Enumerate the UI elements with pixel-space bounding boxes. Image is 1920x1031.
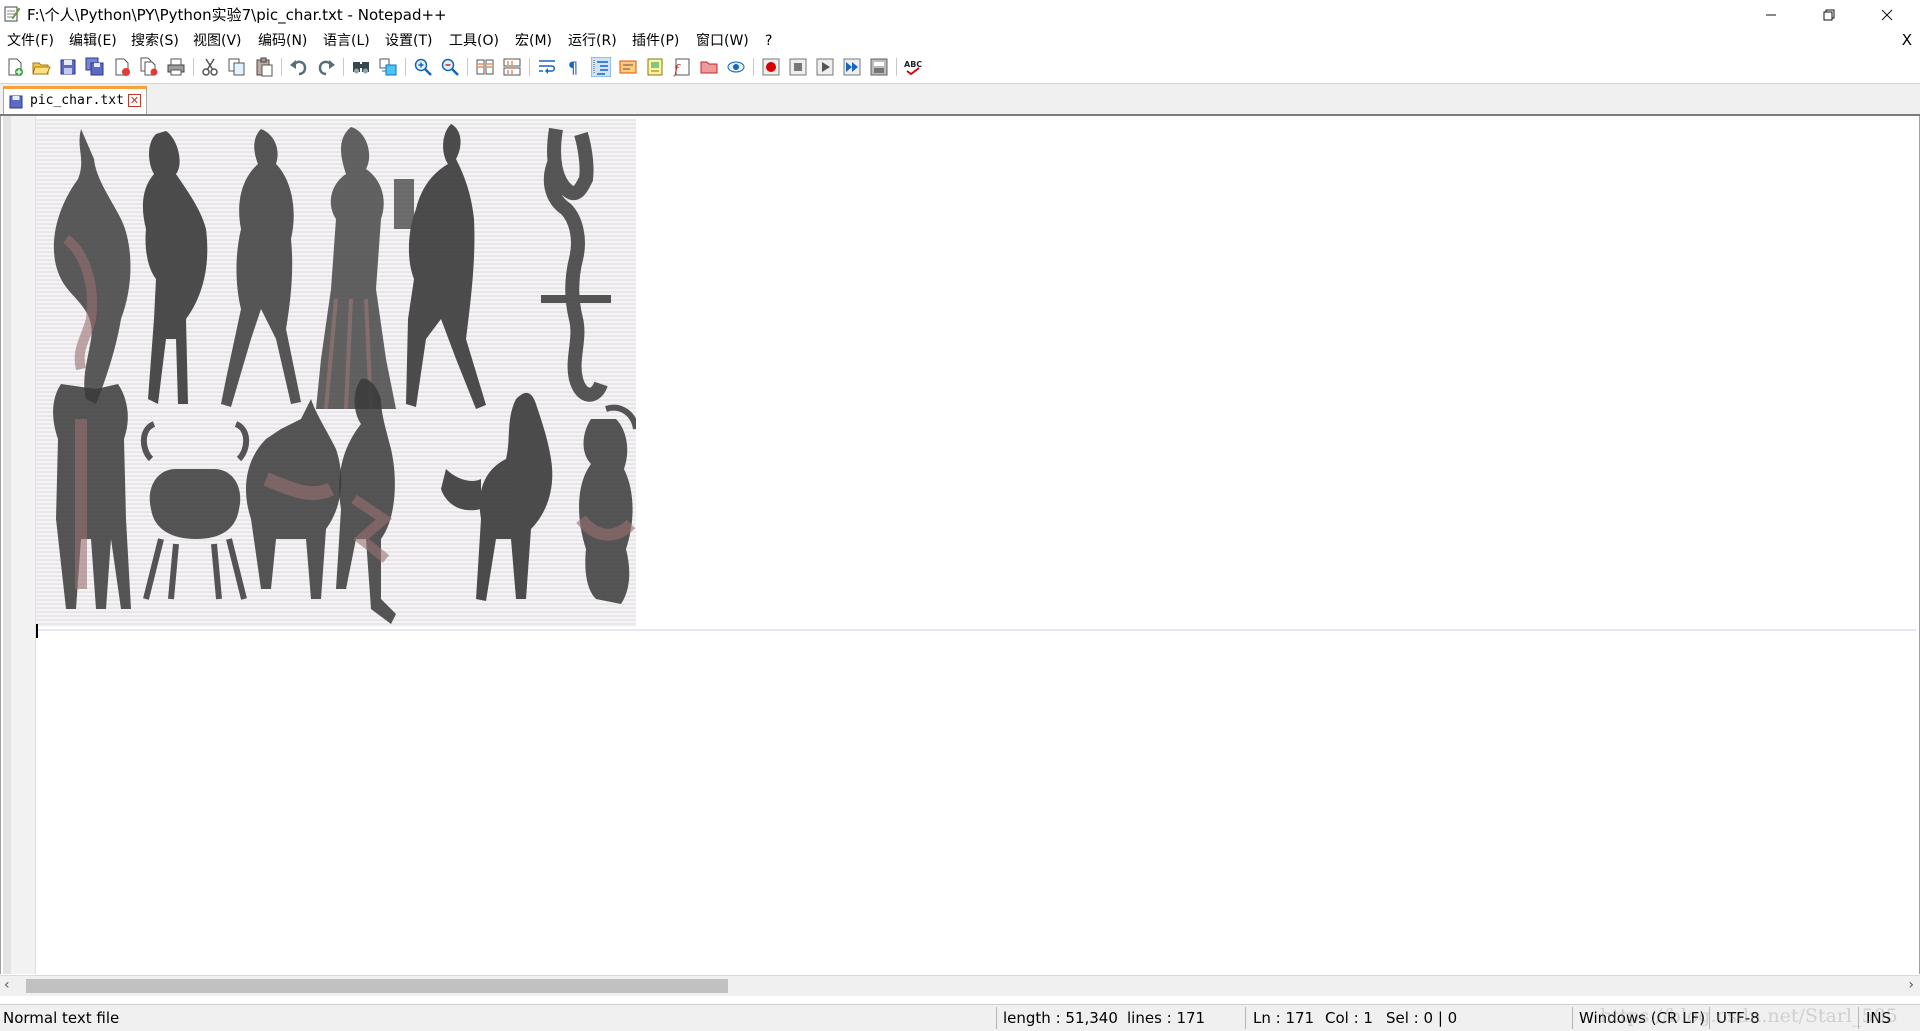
new-file-icon[interactable] — [5, 57, 25, 77]
scroll-left-icon[interactable]: ‹ — [4, 977, 10, 993]
open-file-icon[interactable] — [31, 57, 51, 77]
macro-run-multiple-icon[interactable] — [842, 57, 862, 77]
macro-record-icon[interactable] — [761, 57, 781, 77]
status-separator — [1245, 1007, 1246, 1029]
minimize-button[interactable] — [1742, 0, 1800, 30]
menu-encoding[interactable]: 编码(N) — [258, 32, 307, 50]
title-bar: F:\个人\Python\PY\Python实验7\pic_char.txt -… — [0, 0, 1920, 30]
find-icon[interactable] — [351, 57, 371, 77]
menu-run[interactable]: 运行(R) — [568, 32, 617, 50]
menu-macro[interactable]: 宏(M) — [515, 32, 552, 50]
scrollbar-thumb[interactable] — [26, 979, 728, 993]
watermark: https://blog.csdn.net/Starl_505 — [1600, 1005, 1898, 1027]
saved-file-icon — [9, 95, 23, 109]
status-line: Ln : 171 — [1253, 1009, 1315, 1027]
toolbar-separator — [281, 58, 282, 76]
current-line-highlight — [36, 629, 1916, 631]
zoom-out-icon[interactable] — [440, 57, 460, 77]
cut-icon[interactable] — [200, 57, 220, 77]
ascii-art-zodiac-figures — [36, 119, 636, 627]
svg-text:¶: ¶ — [568, 58, 578, 77]
menu-bar: 文件(F) 编辑(E) 搜索(S) 视图(V) 编码(N) 语言(L) 设置(T… — [0, 30, 1920, 52]
line-number-margin — [3, 116, 11, 974]
toolbar-separator — [405, 58, 406, 76]
document-map-icon[interactable] — [645, 57, 665, 77]
status-lines: lines : 171 — [1127, 1009, 1206, 1027]
toolbar: ¶ f ABC — [0, 53, 1920, 84]
status-separator — [996, 1007, 997, 1029]
minimize-icon — [1766, 14, 1776, 16]
paste-icon[interactable] — [254, 57, 274, 77]
sync-horizontal-icon[interactable] — [502, 57, 522, 77]
toolbar-separator — [343, 58, 344, 76]
restore-icon — [1823, 9, 1835, 21]
macro-stop-icon[interactable] — [788, 57, 808, 77]
menu-window[interactable]: 窗口(W) — [696, 32, 749, 50]
redo-icon[interactable] — [316, 57, 336, 77]
tab-pic-char[interactable]: pic_char.txt ✕ — [3, 86, 147, 114]
undo-icon[interactable] — [289, 57, 309, 77]
function-list-icon[interactable]: f — [672, 57, 692, 77]
macro-play-icon[interactable] — [815, 57, 835, 77]
show-all-chars-icon[interactable]: ¶ — [564, 57, 584, 77]
monitoring-icon[interactable] — [726, 57, 746, 77]
window-title: F:\个人\Python\PY\Python实验7\pic_char.txt -… — [27, 6, 447, 24]
indent-guide-icon[interactable] — [591, 57, 611, 77]
restore-button[interactable] — [1800, 0, 1858, 30]
status-bar: Normal text file length : 51,340 lines :… — [0, 1004, 1920, 1031]
menu-settings[interactable]: 设置(T) — [385, 32, 432, 50]
status-separator — [1572, 1007, 1573, 1029]
svg-text:ABC: ABC — [904, 60, 922, 69]
fold-margin — [11, 116, 36, 974]
folder-workspace-icon[interactable] — [699, 57, 719, 77]
tab-bar: pic_char.txt ✕ — [0, 84, 1920, 116]
save-icon[interactable] — [58, 57, 78, 77]
toolbar-separator — [193, 58, 194, 76]
menu-tools[interactable]: 工具(O) — [449, 32, 499, 50]
user-language-icon[interactable] — [618, 57, 638, 77]
tab-close-icon[interactable]: ✕ — [128, 94, 141, 107]
scroll-right-icon[interactable]: › — [1908, 977, 1914, 993]
toolbar-separator — [753, 58, 754, 76]
save-all-icon[interactable] — [85, 57, 105, 77]
menu-file[interactable]: 文件(F) — [7, 32, 54, 50]
menu-language[interactable]: 语言(L) — [323, 32, 370, 50]
status-file-type: Normal text file — [3, 1009, 120, 1027]
horizontal-scrollbar[interactable]: ‹ › — [0, 975, 1920, 996]
status-selection: Sel : 0 | 0 — [1386, 1009, 1458, 1027]
toolbar-separator — [896, 58, 897, 76]
close-icon[interactable] — [112, 57, 132, 77]
replace-icon[interactable] — [378, 57, 398, 77]
status-length: length : 51,340 — [1003, 1009, 1118, 1027]
menu-help[interactable]: ? — [765, 32, 772, 50]
menu-view[interactable]: 视图(V) — [193, 32, 242, 50]
close-icon — [1881, 9, 1893, 21]
editor-area[interactable] — [0, 116, 1920, 974]
menu-plugins[interactable]: 插件(P) — [632, 32, 679, 50]
toolbar-separator — [467, 58, 468, 76]
close-all-icon[interactable] — [139, 57, 159, 77]
spell-check-icon[interactable]: ABC — [903, 57, 923, 77]
menu-search[interactable]: 搜索(S) — [131, 32, 179, 50]
macro-save-icon[interactable] — [869, 57, 889, 77]
close-document-button[interactable]: X — [1902, 31, 1912, 49]
toolbar-separator — [529, 58, 530, 76]
copy-icon[interactable] — [227, 57, 247, 77]
sync-vertical-icon[interactable] — [475, 57, 495, 77]
word-wrap-icon[interactable] — [537, 57, 557, 77]
text-caret — [36, 624, 38, 638]
print-icon[interactable] — [166, 57, 186, 77]
tab-label: pic_char.txt — [30, 93, 124, 108]
close-window-button[interactable] — [1858, 0, 1916, 30]
notepad-plus-plus-icon — [4, 6, 21, 22]
status-column: Col : 1 — [1325, 1009, 1373, 1027]
zoom-in-icon[interactable] — [413, 57, 433, 77]
menu-edit[interactable]: 编辑(E) — [69, 32, 117, 50]
